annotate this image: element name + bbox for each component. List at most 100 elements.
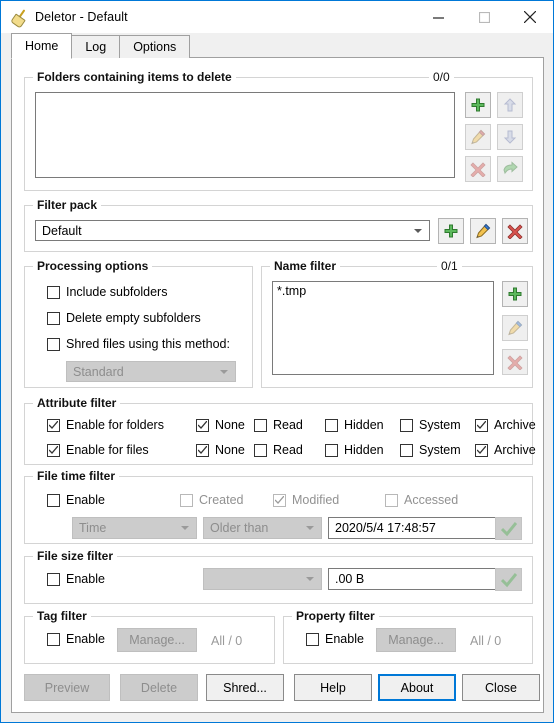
attribute-filter-legend: Attribute filter xyxy=(33,396,121,410)
property-filter-enable-checkbox[interactable]: Enable xyxy=(306,632,364,646)
delete-empty-subfolders-checkbox[interactable]: Delete empty subfolders xyxy=(47,311,201,325)
tab-options[interactable]: Options xyxy=(119,35,191,58)
delete-filter-pack-button[interactable] xyxy=(502,218,528,244)
attr-enable-files-checkbox[interactable]: Enable for files xyxy=(47,443,149,457)
delete-empty-subfolders-label: Delete empty subfolders xyxy=(66,311,201,325)
close-button[interactable]: Close xyxy=(462,674,540,701)
file-time-modified-label: Modified xyxy=(292,493,340,507)
file-time-filter-group: File time filter Enable Created Modified… xyxy=(24,469,533,544)
checkbox-box xyxy=(385,493,398,507)
close-icon[interactable] xyxy=(507,1,553,33)
about-button[interactable]: About xyxy=(378,674,456,701)
filter-pack-combo[interactable]: Default xyxy=(35,220,430,241)
include-subfolders-checkbox[interactable]: Include subfolders xyxy=(47,285,167,299)
move-down-button[interactable] xyxy=(497,124,523,150)
help-button[interactable]: Help xyxy=(294,674,372,701)
file-size-value-combo[interactable]: .00 B xyxy=(328,568,511,590)
file-size-enable-checkbox[interactable]: Enable xyxy=(47,572,105,586)
attr-folders-hidden-checkbox[interactable]: Hidden xyxy=(325,418,384,432)
move-up-button[interactable] xyxy=(497,92,523,118)
remove-name-filter-button[interactable] xyxy=(502,349,528,375)
tag-filter-count: All / 0 xyxy=(211,634,243,648)
attr-files-system-checkbox[interactable]: System xyxy=(400,443,461,457)
attr-folders-hidden-label: Hidden xyxy=(344,418,384,432)
file-time-accessed-label: Accessed xyxy=(404,493,459,507)
file-time-created-checkbox[interactable]: Created xyxy=(180,493,243,507)
checkbox-box xyxy=(47,285,60,299)
filter-pack-value: Default xyxy=(42,223,82,238)
checkbox-box xyxy=(47,337,60,351)
minimize-icon[interactable] xyxy=(415,1,461,33)
attr-folders-system-checkbox[interactable]: System xyxy=(400,418,461,432)
open-folder-button[interactable] xyxy=(497,156,523,182)
attr-folders-none-checkbox[interactable]: None xyxy=(196,418,245,432)
tag-filter-group: Tag filter Enable Manage... All / 0 xyxy=(24,609,275,664)
file-time-mode-value: Time xyxy=(79,521,107,535)
checkbox-box xyxy=(400,418,413,432)
attr-files-archive-checkbox[interactable]: Archive xyxy=(475,443,536,457)
add-filter-pack-button[interactable] xyxy=(438,218,464,244)
attr-files-none-checkbox[interactable]: None xyxy=(196,443,245,457)
maximize-icon[interactable] xyxy=(461,1,507,33)
checkbox-box xyxy=(254,443,267,457)
add-name-filter-button[interactable] xyxy=(502,281,528,307)
shred-method-combo[interactable]: Standard xyxy=(66,361,236,382)
property-filter-enable-label: Enable xyxy=(325,632,364,646)
attr-folders-read-label: Read xyxy=(273,418,303,432)
remove-folder-button[interactable] xyxy=(465,156,491,182)
checkbox-box xyxy=(47,572,60,586)
folders-group-legend: Folders containing items to delete xyxy=(33,70,236,84)
checkbox-box xyxy=(325,443,338,457)
attr-enable-folders-checkbox[interactable]: Enable for folders xyxy=(47,418,164,432)
chevron-down-icon xyxy=(414,228,422,233)
delete-button[interactable]: Delete xyxy=(120,674,198,701)
chevron-down-icon xyxy=(220,369,228,374)
tag-filter-legend: Tag filter xyxy=(33,609,91,623)
name-filter-list[interactable]: *.tmp xyxy=(272,281,494,375)
file-time-comparison-combo[interactable]: Older than xyxy=(203,517,322,539)
file-time-enable-checkbox[interactable]: Enable xyxy=(47,493,105,507)
checkbox-box xyxy=(47,493,60,507)
preview-button[interactable]: Preview xyxy=(24,674,110,701)
file-time-datetime-field[interactable]: 2020/5/4 17:48:57 xyxy=(328,517,511,539)
tab-log[interactable]: Log xyxy=(71,35,121,58)
file-time-apply-button[interactable] xyxy=(495,517,522,540)
folders-group: Folders containing items to delete 0/0 xyxy=(24,70,533,191)
tag-filter-enable-checkbox[interactable]: Enable xyxy=(47,632,105,646)
edit-name-filter-button[interactable] xyxy=(502,315,528,341)
edit-filter-pack-button[interactable] xyxy=(470,218,496,244)
attr-folders-system-label: System xyxy=(419,418,461,432)
file-time-mode-combo[interactable]: Time xyxy=(72,517,197,539)
tag-filter-manage-button[interactable]: Manage... xyxy=(117,628,197,652)
shred-button[interactable]: Shred... xyxy=(206,674,284,701)
chevron-down-icon xyxy=(181,526,189,530)
file-size-apply-button[interactable] xyxy=(495,568,522,591)
checkbox-box xyxy=(306,632,319,646)
edit-folder-button[interactable] xyxy=(465,124,491,150)
file-size-value: .00 B xyxy=(335,572,365,586)
tab-strip: Home Log Options xyxy=(1,33,553,59)
processing-options-group: Processing options Include subfolders De… xyxy=(24,259,253,388)
attr-folders-read-checkbox[interactable]: Read xyxy=(254,418,303,432)
main-window: Deletor - Default Home Log Options Folde… xyxy=(0,0,554,723)
shred-files-checkbox[interactable]: Shred files using this method: xyxy=(47,337,230,351)
attr-files-hidden-checkbox[interactable]: Hidden xyxy=(325,443,384,457)
file-time-modified-checkbox[interactable]: Modified xyxy=(273,493,339,507)
attr-files-archive-label: Archive xyxy=(494,443,536,457)
file-time-created-label: Created xyxy=(199,493,244,507)
tab-home[interactable]: Home xyxy=(11,33,73,59)
attr-files-none-label: None xyxy=(215,443,245,457)
name-filter-group: Name filter 0/1 *.tmp xyxy=(261,259,533,388)
file-size-comparison-combo[interactable] xyxy=(203,568,322,590)
property-filter-count: All / 0 xyxy=(470,634,502,648)
folders-list[interactable] xyxy=(35,92,455,178)
checkbox-box xyxy=(475,418,488,432)
property-filter-manage-button[interactable]: Manage... xyxy=(376,628,456,652)
attr-files-read-checkbox[interactable]: Read xyxy=(254,443,303,457)
list-item[interactable]: *.tmp xyxy=(273,282,493,298)
attr-folders-archive-checkbox[interactable]: Archive xyxy=(475,418,536,432)
attr-folders-none-label: None xyxy=(215,418,245,432)
add-folder-button[interactable] xyxy=(465,92,491,118)
file-time-accessed-checkbox[interactable]: Accessed xyxy=(385,493,458,507)
name-filter-counter: 0/1 xyxy=(437,259,462,273)
